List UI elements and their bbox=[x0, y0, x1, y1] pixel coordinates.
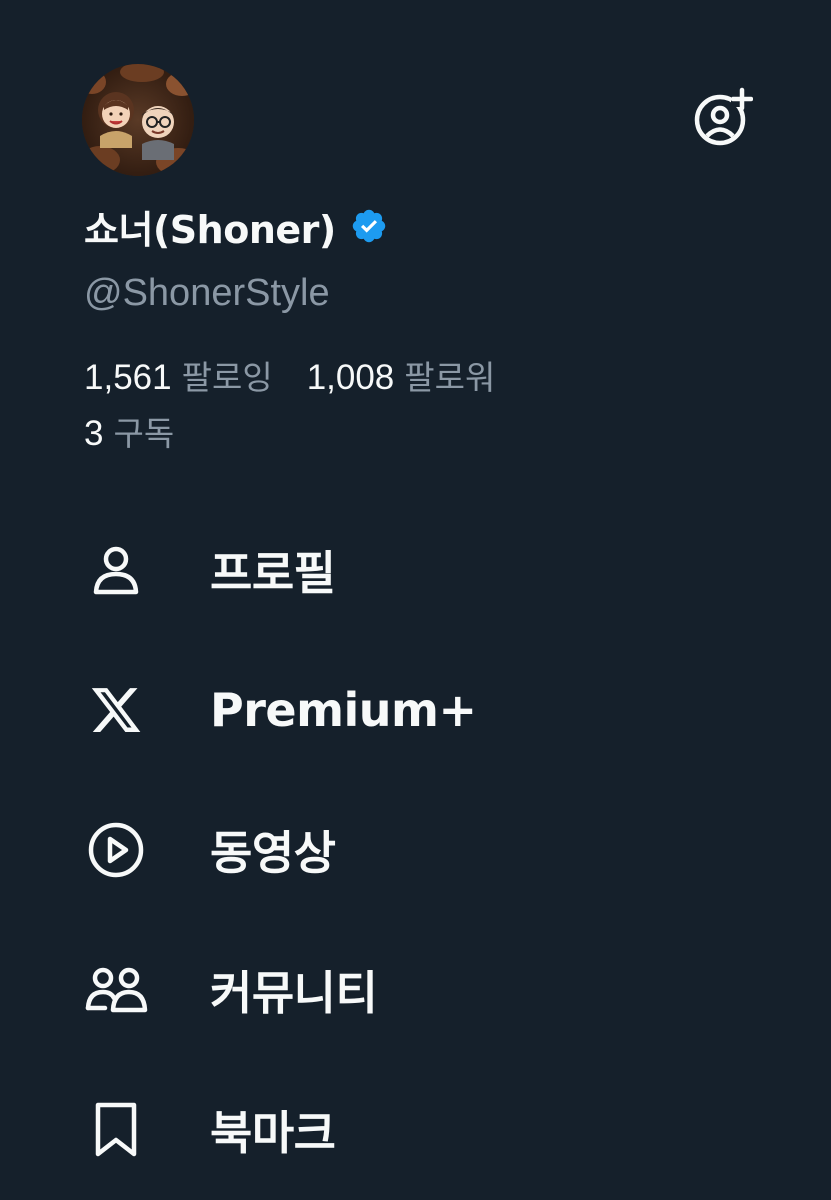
communities-icon bbox=[80, 954, 152, 1026]
display-name[interactable]: 쇼너(Shoner) bbox=[84, 199, 336, 254]
profile-name-row: 쇼너(Shoner) bbox=[84, 196, 390, 256]
handle: @ShonerStyle bbox=[84, 272, 330, 314]
account-drawer: 쇼너(Shoner) @ShonerStyle 1,561 팔로잉 1,008 … bbox=[0, 0, 831, 1200]
menu-item-videos[interactable]: 동영상 bbox=[0, 790, 831, 910]
follow-stats: 1,561 팔로잉 1,008 팔로워 3 구독 bbox=[84, 350, 529, 462]
avatar[interactable] bbox=[82, 64, 194, 176]
subscriptions-link[interactable]: 3 구독 bbox=[84, 406, 174, 462]
verified-badge-icon bbox=[350, 206, 390, 246]
person-icon bbox=[80, 534, 152, 606]
menu-label-videos: 동영상 bbox=[210, 826, 336, 880]
menu-label-communities: 커뮤니티 bbox=[210, 966, 378, 1020]
menu-label-bookmarks: 북마크 bbox=[210, 1106, 336, 1160]
menu-label-profile: 프로필 bbox=[210, 546, 336, 600]
followers-count: 1,008 bbox=[306, 358, 395, 397]
x-logo-icon bbox=[80, 674, 152, 746]
menu-item-communities[interactable]: 커뮤니티 bbox=[0, 930, 831, 1050]
add-account-icon bbox=[694, 87, 753, 146]
subscriptions-count: 3 bbox=[84, 414, 104, 453]
followers-label: 팔로워 bbox=[404, 358, 496, 397]
play-circle-icon bbox=[80, 814, 152, 886]
following-count: 1,561 bbox=[84, 358, 172, 397]
avatar-image bbox=[82, 64, 194, 176]
following-label: 팔로잉 bbox=[181, 358, 273, 397]
menu-item-profile[interactable]: 프로필 bbox=[0, 510, 831, 630]
add-account-button[interactable] bbox=[690, 84, 756, 150]
followers-link[interactable]: 1,008 팔로워 bbox=[307, 350, 496, 406]
following-link[interactable]: 1,561 팔로잉 bbox=[84, 350, 273, 406]
menu-item-premium[interactable]: Premium+ bbox=[0, 650, 831, 770]
subscriptions-label: 구독 bbox=[113, 414, 175, 453]
menu-label-premium: Premium+ bbox=[210, 683, 477, 737]
menu-item-bookmarks[interactable]: 북마크 bbox=[0, 1070, 831, 1190]
bookmark-icon bbox=[80, 1094, 152, 1166]
